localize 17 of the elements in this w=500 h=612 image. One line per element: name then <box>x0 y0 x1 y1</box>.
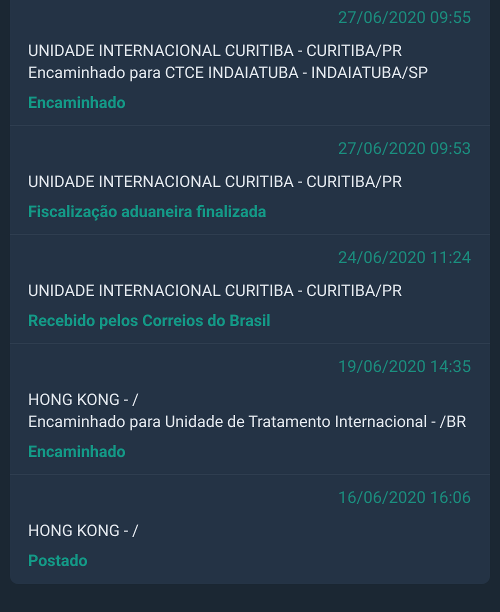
event-status: Encaminhado <box>28 441 126 463</box>
event-datetime: 24/06/2020 11:24 <box>337 248 472 270</box>
event-detail: Encaminhado para CTCE INDAIATUBA - INDAIATUBA/SP <box>28 62 429 84</box>
event-status: Postado <box>28 550 88 572</box>
event-status: Recebido pelos Correios do Brasil <box>28 310 272 332</box>
event-location: UNIDADE INTERNACIONAL CURITIBA - CURITIBA/PR <box>28 40 403 62</box>
event-datetime: 16/06/2020 16:06 <box>337 488 472 510</box>
event-location: HONG KONG - / <box>28 520 140 542</box>
event-location: UNIDADE INTERNACIONAL CURITIBA - CURITIBA/PR <box>28 280 403 302</box>
event-status: Fiscalização aduaneira finalizada <box>28 201 268 223</box>
event-datetime: 27/06/2020 09:53 <box>337 139 472 161</box>
event-detail: Encaminhado para Unidade de Tratamento Internacional - /BR <box>28 411 468 433</box>
event-datetime: 19/06/2020 14:35 <box>337 357 472 379</box>
event-location: UNIDADE INTERNACIONAL CURITIBA - CURITIBA/PR <box>28 171 403 193</box>
event-location: HONG KONG - / <box>28 389 140 411</box>
event-status: Encaminhado <box>28 92 126 114</box>
event-datetime: 27/06/2020 09:55 <box>337 8 472 30</box>
